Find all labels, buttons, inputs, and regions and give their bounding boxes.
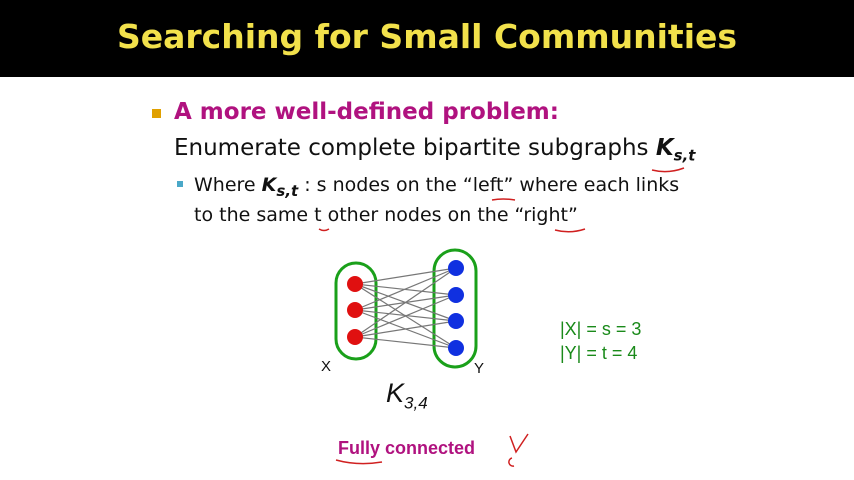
right-node-2 — [448, 313, 464, 329]
set-y-label: Y — [474, 360, 485, 377]
edge-2-0 — [354, 267, 457, 338]
left-node-2 — [347, 329, 363, 345]
equation-y: |Y| = t = 4 — [560, 343, 638, 363]
fully-connected-label: Fully connected — [338, 438, 476, 458]
set-x-label: X — [321, 358, 332, 375]
edge-2-2 — [354, 320, 457, 338]
left-node-0 — [347, 276, 363, 292]
left-node-1 — [347, 302, 363, 318]
right-node-3 — [448, 340, 464, 356]
right-node-0 — [448, 260, 464, 276]
equation-x: |X| = s = 3 — [560, 319, 642, 339]
k34-label: K3,4 — [386, 378, 428, 413]
right-node-1 — [448, 287, 464, 303]
